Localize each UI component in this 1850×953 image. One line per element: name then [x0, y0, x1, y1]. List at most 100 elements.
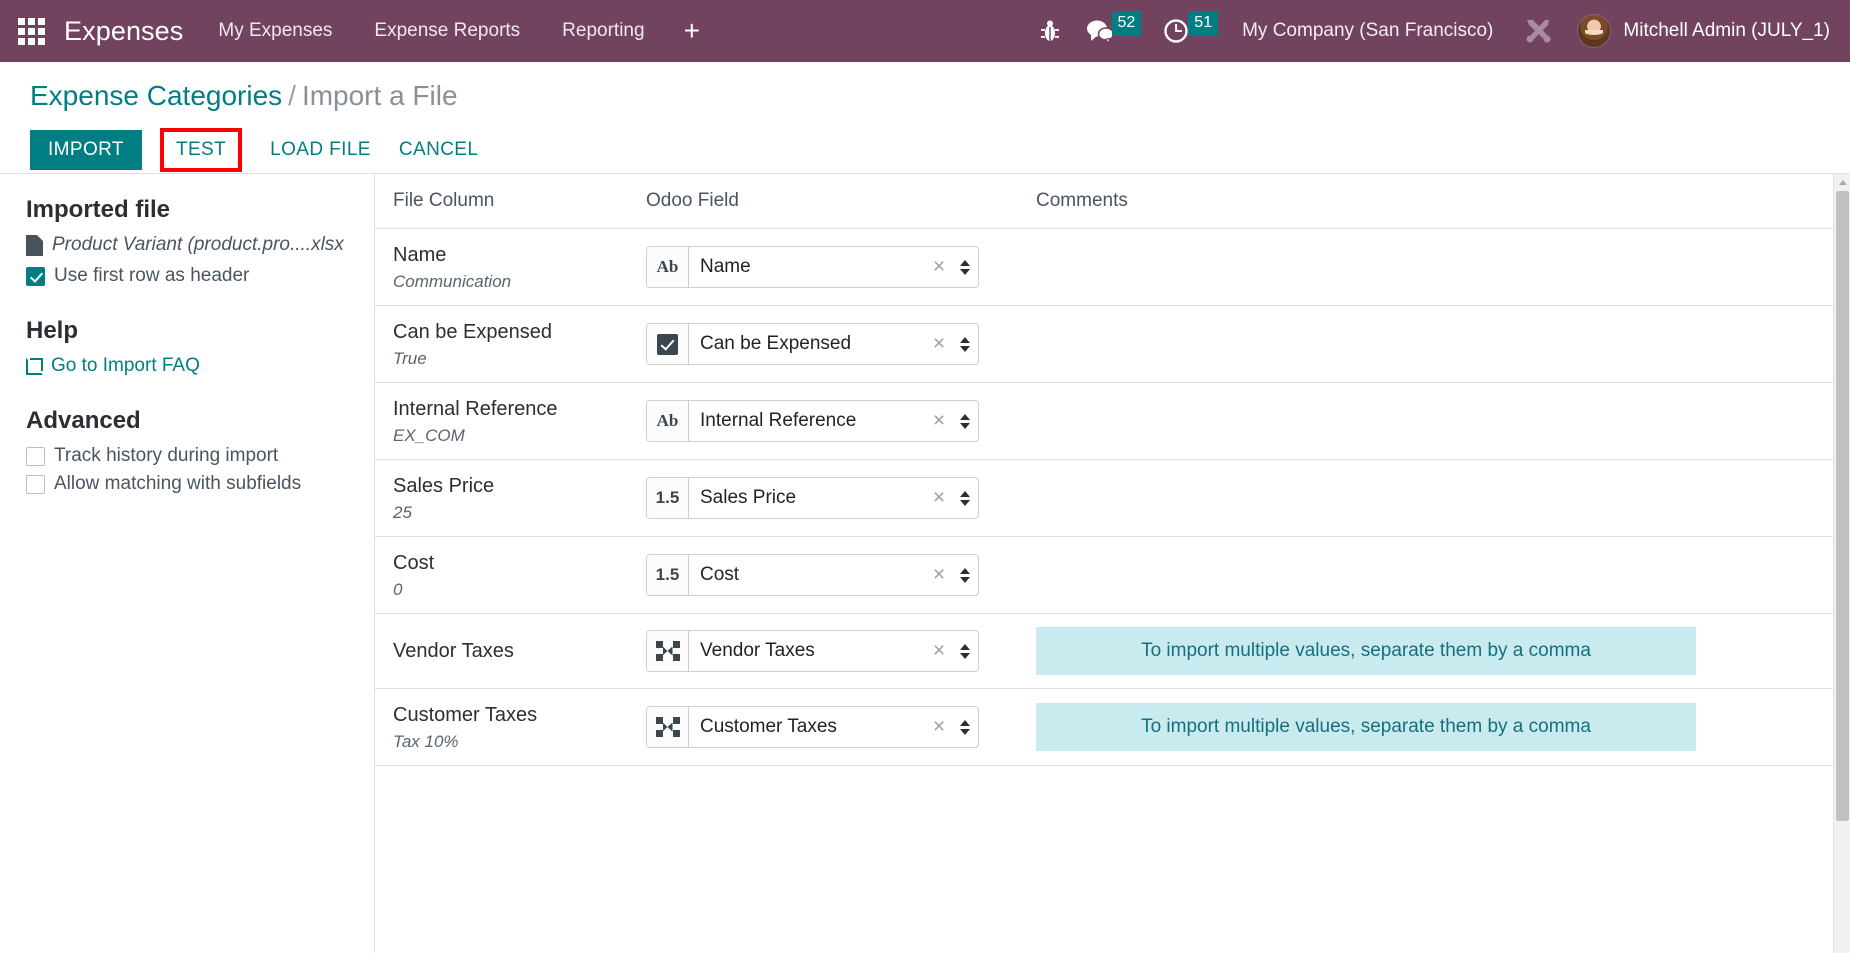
file-column-name: Vendor Taxes — [393, 640, 514, 662]
file-column-name: Customer Taxes — [393, 704, 538, 726]
activities-count-badge: 51 — [1188, 11, 1219, 36]
external-link-icon — [26, 357, 43, 375]
field-type-float-icon: 1.5 — [647, 478, 689, 518]
odoo-field-cell: Vendor Taxes × — [628, 613, 1018, 689]
odoo-field-select[interactable]: Ab Internal Reference × — [646, 400, 979, 442]
company-switcher[interactable]: My Company (San Francisco) — [1228, 20, 1509, 42]
odoo-field-select[interactable]: 1.5 Cost × — [646, 554, 979, 596]
header-comments: Comments — [1018, 174, 1850, 229]
tools-icon[interactable] — [1509, 0, 1567, 62]
allow-subfields-label: Allow matching with subfields — [54, 473, 302, 494]
comment-cell: To import multiple values, separate them… — [1018, 613, 1850, 689]
file-column-sample-value: Communication — [393, 272, 512, 291]
field-mapping-table-wrapper: File Column Odoo Field Comments Name Comm… — [375, 174, 1850, 953]
table-row: Internal Reference EX_COM Ab Internal Refer… — [375, 382, 1850, 460]
odoo-field-cell: Ab Internal Reference × — [628, 382, 1018, 460]
odoo-field-select[interactable]: Vendor Taxes × — [646, 630, 979, 672]
field-type-text-icon: Ab — [647, 247, 689, 287]
field-mapping-table: File Column Odoo Field Comments Name Comm… — [375, 174, 1850, 766]
messages-systray[interactable]: 52 — [1073, 0, 1152, 62]
track-history-row[interactable]: Track history during import — [26, 445, 354, 467]
field-type-glyph: Ab — [656, 257, 679, 276]
comment-badge: To import multiple values, separate them… — [1036, 703, 1696, 751]
sort-caret-icon[interactable] — [952, 707, 978, 747]
vertical-scrollbar[interactable] — [1833, 174, 1850, 953]
sort-caret-icon[interactable] — [952, 631, 978, 671]
allow-subfields-checkbox[interactable] — [26, 474, 45, 494]
file-column-cell: Can be Expensed True — [375, 305, 628, 383]
header-odoo-field: Odoo Field — [628, 174, 1018, 229]
imported-file-name: Product Variant (product.pro....xlsx — [52, 234, 344, 255]
clear-icon[interactable]: × — [926, 631, 952, 671]
sort-caret-icon[interactable] — [952, 555, 978, 595]
clear-icon[interactable]: × — [926, 555, 952, 595]
odoo-field-select[interactable]: Ab Name × — [646, 246, 979, 288]
import-button[interactable]: IMPORT — [30, 129, 142, 171]
breadcrumb-current: Import a File — [301, 80, 458, 111]
new-record-plus-button[interactable]: + — [666, 0, 718, 62]
apps-grid-icon[interactable] — [0, 0, 62, 62]
test-button[interactable]: TEST — [164, 132, 238, 169]
breadcrumb-root-link[interactable]: Expense Categories — [30, 80, 282, 111]
odoo-field-select[interactable]: Customer Taxes × — [646, 706, 979, 748]
use-first-row-as-header-row[interactable]: Use first row as header — [26, 265, 354, 287]
use-first-row-as-header-checkbox[interactable] — [26, 266, 45, 286]
clear-icon[interactable]: × — [926, 324, 952, 364]
table-row: Customer Taxes Tax 10% Customer Taxes × To i… — [375, 688, 1850, 766]
test-button-highlight: TEST — [159, 128, 243, 172]
clear-icon[interactable]: × — [926, 707, 952, 747]
breadcrumb-separator: / — [288, 80, 296, 111]
table-row: Can be Expensed True Can be Expensed × — [375, 305, 1850, 383]
table-row: Sales Price 25 1.5 Sales Price × — [375, 459, 1850, 537]
breadcrumb: Expense Categories / Import a File — [30, 78, 1850, 113]
field-type-float-icon: 1.5 — [647, 555, 689, 595]
help-heading: Help — [26, 317, 79, 344]
activities-systray[interactable]: 51 — [1151, 0, 1228, 62]
file-column-name: Sales Price — [393, 475, 495, 497]
clear-icon[interactable]: × — [926, 401, 952, 441]
odoo-field-cell: Ab Name × — [628, 228, 1018, 306]
app-brand-expenses[interactable]: Expenses — [62, 16, 197, 47]
file-column-sample-value: EX_COM — [393, 426, 465, 445]
file-column-name: Internal Reference — [393, 398, 558, 420]
clear-icon[interactable]: × — [926, 247, 952, 287]
file-icon — [26, 234, 43, 256]
track-history-checkbox[interactable] — [26, 446, 45, 466]
scroll-up-arrow[interactable] — [1834, 174, 1850, 191]
scrollbar-thumb[interactable] — [1836, 191, 1849, 821]
sort-caret-icon[interactable] — [952, 478, 978, 518]
file-column-name: Cost — [393, 552, 435, 574]
import-faq-link[interactable]: Go to Import FAQ — [26, 355, 354, 377]
field-type-glyph: 1.5 — [655, 488, 680, 507]
comment-cell: To import multiple values, separate them… — [1018, 688, 1850, 766]
sort-caret-icon[interactable] — [952, 401, 978, 441]
odoo-field-select[interactable]: Can be Expensed × — [646, 323, 979, 365]
field-type-boolean-icon — [647, 324, 689, 364]
sort-caret-icon[interactable] — [952, 324, 978, 364]
nav-item-reporting[interactable]: Reporting — [541, 0, 665, 62]
clock-icon — [1164, 19, 1188, 43]
comment-cell — [1018, 459, 1850, 537]
load-file-button[interactable]: LOAD FILE — [256, 130, 385, 171]
comment-cell — [1018, 305, 1850, 383]
odoo-field-cell: Can be Expensed × — [628, 305, 1018, 383]
allow-subfields-row[interactable]: Allow matching with subfields — [26, 473, 354, 495]
import-options-sidebar: Imported file Product Variant (product.p… — [0, 174, 375, 953]
nav-item-expense-reports[interactable]: Expense Reports — [353, 0, 541, 62]
user-menu[interactable]: Mitchell Admin (JULY_1) — [1567, 0, 1834, 62]
sort-caret-icon[interactable] — [952, 247, 978, 287]
odoo-field-select[interactable]: 1.5 Sales Price × — [646, 477, 979, 519]
file-column-cell: Name Communication — [375, 228, 628, 306]
clear-icon[interactable]: × — [926, 478, 952, 518]
bug-icon[interactable] — [1027, 0, 1073, 62]
file-column-sample-value: Tax 10% — [393, 732, 459, 751]
imported-file-row[interactable]: Product Variant (product.pro....xlsx — [26, 234, 354, 256]
odoo-field-value: Cost — [700, 564, 740, 585]
cancel-button[interactable]: CANCEL — [385, 130, 492, 171]
table-row: Cost 0 1.5 Cost × — [375, 536, 1850, 614]
odoo-field-value: Name — [700, 256, 751, 277]
nav-item-my-expenses[interactable]: My Expenses — [197, 0, 353, 62]
content-area: Imported file Product Variant (product.p… — [0, 173, 1850, 953]
field-type-many2many-icon — [647, 631, 689, 671]
field-type-glyph: Ab — [656, 411, 679, 430]
